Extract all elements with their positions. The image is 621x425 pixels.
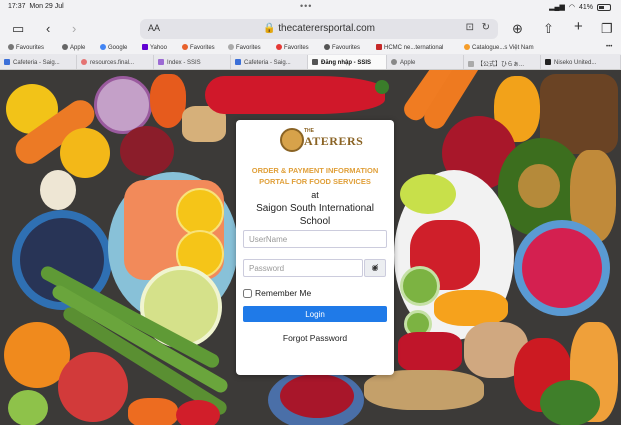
at-label: at (311, 190, 319, 200)
tab-favicon (468, 61, 474, 67)
url-text: 🔒 thecaterersportal.com (263, 23, 375, 34)
status-right: ▂▄▆ ◠ 41% (549, 3, 611, 11)
favorite-item[interactable]: Favourites (324, 44, 360, 51)
forgot-password-link[interactable]: Forgot Password (236, 333, 394, 343)
browser-tab[interactable]: resources.final... (77, 55, 154, 69)
sidebar-icon[interactable]: ▭ (12, 20, 24, 38)
tab-favicon (158, 59, 164, 65)
tab-favicon (81, 59, 87, 65)
wifi-icon: ◠ (568, 4, 575, 11)
tabs-overview-icon[interactable]: ❐ (601, 20, 613, 38)
browser-toolbar: ▭ ‹ › AA 🔒 thecaterersportal.com ⊡ ↻ ⊕ ⇧… (0, 16, 621, 42)
browser-tab[interactable]: 【公式】ひらぁ... (464, 55, 541, 69)
portal-title-line1: ORDER & PAYMENT INFORMATION (251, 166, 379, 175)
portal-title: ORDER & PAYMENT INFORMATION PORTAL FOR F… (240, 165, 390, 187)
battery-icon (597, 3, 611, 11)
favorite-icon (228, 44, 234, 50)
address-bar[interactable]: AA 🔒 thecaterersportal.com ⊡ ↻ (140, 19, 498, 39)
signal-icon: ▂▄▆ (549, 4, 565, 11)
remember-me-checkbox[interactable] (243, 288, 252, 298)
favorite-item[interactable]: Favorites (228, 44, 261, 51)
multitask-dots[interactable]: ••• (300, 1, 312, 11)
favorite-item[interactable]: Apple (62, 44, 85, 51)
forward-icon[interactable]: › (72, 20, 76, 38)
favorite-icon (376, 44, 382, 50)
logo-name: ATERERS (304, 134, 364, 148)
reload-icon[interactable]: ↻ (482, 22, 490, 33)
remember-me[interactable]: Remember Me (243, 288, 311, 298)
remember-me-label: Remember Me (255, 288, 312, 298)
browser-tab-active[interactable]: Đăng nhập - SSIS (308, 55, 387, 69)
download-icon[interactable]: ⊕ (512, 20, 523, 38)
favorite-item[interactable]: Favorites (276, 44, 309, 51)
school-name: Saigon South International School (242, 202, 388, 228)
new-tab-icon[interactable]: + (574, 18, 583, 36)
favorites-bar: Favourites Apple Google Yahoo Favorites … (0, 42, 621, 54)
favorite-item[interactable]: Catalogue...s Việt Nam (464, 44, 534, 51)
apple-icon (62, 44, 68, 50)
reader-icon[interactable]: ⊡ (466, 22, 474, 33)
tab-bar: Cafeteria - Saig... resources.final... I… (0, 54, 621, 70)
tab-favicon (312, 59, 318, 65)
favorite-icon (324, 44, 330, 50)
school-name-line2: School (299, 216, 331, 227)
portal-title-line2: PORTAL FOR FOOD SERVICES (259, 177, 371, 186)
login-card: THE ATERERS ORDER & PAYMENT INFORMATION … (236, 120, 394, 375)
favorite-item[interactable]: Favourites (8, 44, 44, 51)
favorite-icon (8, 44, 14, 50)
tab-favicon (4, 59, 10, 65)
tab-favicon (545, 59, 551, 65)
favorite-item[interactable]: Yahoo (142, 44, 167, 51)
browser-tab[interactable]: Apple (387, 55, 464, 69)
share-icon[interactable]: ⇧ (543, 20, 554, 38)
status-time: 17:37 Mon 29 Jul (8, 3, 64, 10)
page-content: THE ATERERS ORDER & PAYMENT INFORMATION … (0, 70, 621, 425)
school-name-line1: Saigon South International (256, 203, 374, 214)
browser-tab[interactable]: Index - SSIS (154, 55, 231, 69)
status-bar: 17:37 Mon 29 Jul ••• ▂▄▆ ◠ 41% (0, 0, 621, 16)
username-input[interactable] (243, 230, 387, 248)
tab-favicon (235, 59, 241, 65)
favorite-icon (464, 44, 470, 50)
browser-tab[interactable]: Niseko United... (541, 55, 621, 69)
back-icon[interactable]: ‹ (46, 20, 50, 38)
apple-icon (391, 59, 397, 65)
toggle-password-visibility-icon[interactable]: ◉̸ (364, 259, 386, 277)
password-input[interactable] (243, 259, 363, 277)
yahoo-icon (142, 44, 148, 50)
favorite-item[interactable]: Google (100, 44, 127, 51)
browser-tab[interactable]: Cafeteria - Saig... (231, 55, 308, 69)
favorite-item[interactable]: HCMC ne...ternational (376, 44, 443, 51)
favorite-item[interactable]: Favorites (182, 44, 215, 51)
more-favorites-icon[interactable]: ••• (606, 44, 612, 50)
caterers-logo: THE ATERERS (280, 128, 363, 156)
favorite-icon (182, 44, 188, 50)
favorite-icon (276, 44, 282, 50)
browser-tab[interactable]: Cafeteria - Saig... (0, 55, 77, 69)
login-button[interactable]: Login (243, 306, 387, 322)
logo-emblem (280, 128, 304, 152)
battery-percent: 41% (578, 3, 593, 11)
google-icon (100, 44, 106, 50)
